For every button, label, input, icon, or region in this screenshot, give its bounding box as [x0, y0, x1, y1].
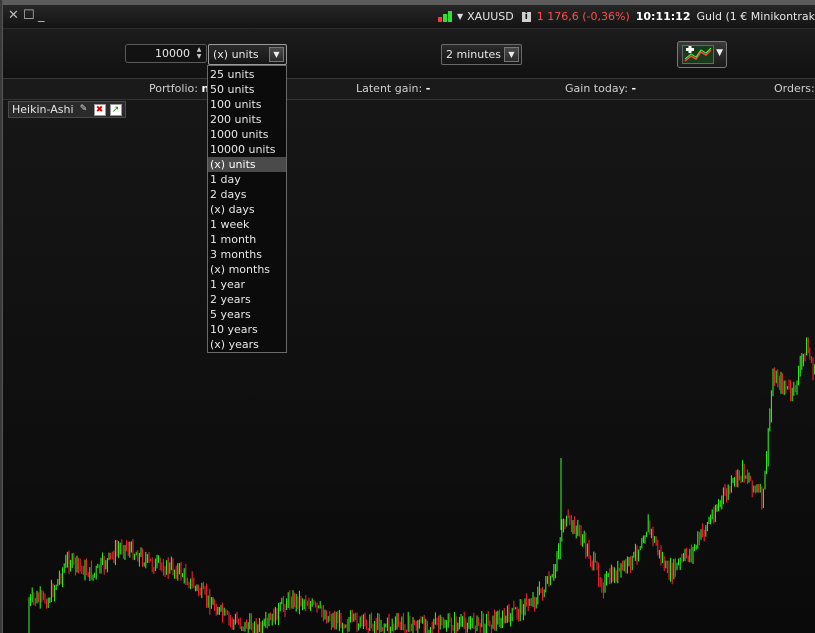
gain-today-value: -	[631, 82, 637, 95]
unit-select-value: (x) units	[213, 48, 259, 61]
chevron-down-icon[interactable]: ▼	[716, 48, 723, 58]
title-bar: ✕ ☐ _ ▼ XAUUSD i 1 176,6 (-0,36%) 10:11:…	[3, 5, 815, 29]
dropdown-option[interactable]: 2 days	[208, 187, 286, 202]
dropdown-option[interactable]: (x) units	[208, 157, 286, 172]
portfolio-status-bar: Portfolio: n/a Latent gain: - Gain today…	[3, 79, 815, 100]
orders-label: Orders:	[774, 82, 815, 95]
unit-dropdown-list: 25 units 50 units 100 units 200 units 1000 u…	[207, 65, 287, 353]
dropdown-option[interactable]: 1 week	[208, 217, 286, 232]
restore-icon[interactable]: ☐	[23, 8, 35, 24]
dropdown-option[interactable]: 100 units	[208, 97, 286, 112]
export-indicator-icon[interactable]: ↗	[109, 103, 122, 116]
portfolio-label: Portfolio:	[149, 82, 198, 95]
dropdown-option[interactable]: (x) years	[208, 337, 286, 352]
orders-stat: Orders:	[774, 82, 815, 95]
dropdown-option[interactable]: 5 years	[208, 307, 286, 322]
dropdown-option[interactable]: 1 day	[208, 172, 286, 187]
remove-indicator-icon[interactable]: ✖	[93, 103, 106, 116]
indicator-tag: Heikin-Ashi ✎ ✖ ↗	[8, 101, 126, 118]
ticker-strip: ▼ XAUUSD i 1 176,6 (-0,36%) 10:11:12 Gul…	[437, 10, 815, 23]
dropdown-option[interactable]: 10000 units	[208, 142, 286, 157]
quantity-stepper[interactable]: ▲ ▼	[194, 46, 204, 61]
info-icon[interactable]: i	[521, 11, 531, 22]
mini-chart-icon	[437, 11, 452, 22]
quantity-value: 10000	[155, 47, 190, 60]
timeframe-select-value: 2 minutes	[446, 48, 502, 61]
dropdown-option[interactable]: (x) days	[208, 202, 286, 217]
latent-gain-label: Latent gain:	[356, 82, 423, 95]
dropdown-option[interactable]: 50 units	[208, 82, 286, 97]
latent-gain-value: -	[425, 82, 431, 95]
dropdown-option[interactable]: 1 month	[208, 232, 286, 247]
ticker-time: 10:11:12	[635, 10, 691, 23]
ticker-dropdown-icon[interactable]: ▼	[457, 12, 463, 21]
wrench-icon[interactable]: ✎	[78, 104, 90, 116]
order-toolbar: 10000 ▲ ▼ (x) units ▼ 2 minutes ▼ ▼	[3, 29, 815, 79]
candlestick-plot	[28, 337, 815, 633]
price-chart[interactable]: Heikin-Ashi ✎ ✖ ↗	[3, 100, 815, 633]
dropdown-option[interactable]: 10 years	[208, 322, 286, 337]
ticker-price-change: 1 176,6 (-0,36%)	[536, 10, 630, 23]
dropdown-option[interactable]: 2 years	[208, 292, 286, 307]
dropdown-option[interactable]: 3 months	[208, 247, 286, 262]
ticker-instrument-name: Guld (1 € Minikontrak	[696, 10, 815, 23]
chart-add-icon	[682, 45, 714, 64]
close-icon[interactable]: ✕	[8, 8, 19, 24]
latent-gain-stat: Latent gain: -	[356, 82, 430, 95]
timeframe-select[interactable]: 2 minutes ▼	[441, 44, 522, 65]
dropdown-option[interactable]: (x) months	[208, 262, 286, 277]
gain-today-stat: Gain today: -	[565, 82, 636, 95]
minimize-icon[interactable]: _	[38, 8, 45, 24]
chart-type-button[interactable]: ▼	[677, 41, 727, 68]
dropdown-option[interactable]: 25 units	[208, 67, 286, 82]
ticker-symbol[interactable]: XAUUSD	[467, 10, 514, 23]
dropdown-option[interactable]: 200 units	[208, 112, 286, 127]
gain-today-label: Gain today:	[565, 82, 628, 95]
quantity-input[interactable]: 10000 ▲ ▼	[125, 44, 207, 63]
indicator-label: Heikin-Ashi	[12, 103, 74, 116]
chevron-down-icon[interactable]: ▼	[269, 47, 284, 62]
chevron-down-icon[interactable]: ▼	[504, 47, 519, 62]
unit-select[interactable]: (x) units ▼	[208, 44, 287, 65]
dropdown-option[interactable]: 1000 units	[208, 127, 286, 142]
dropdown-option[interactable]: 1 year	[208, 277, 286, 292]
